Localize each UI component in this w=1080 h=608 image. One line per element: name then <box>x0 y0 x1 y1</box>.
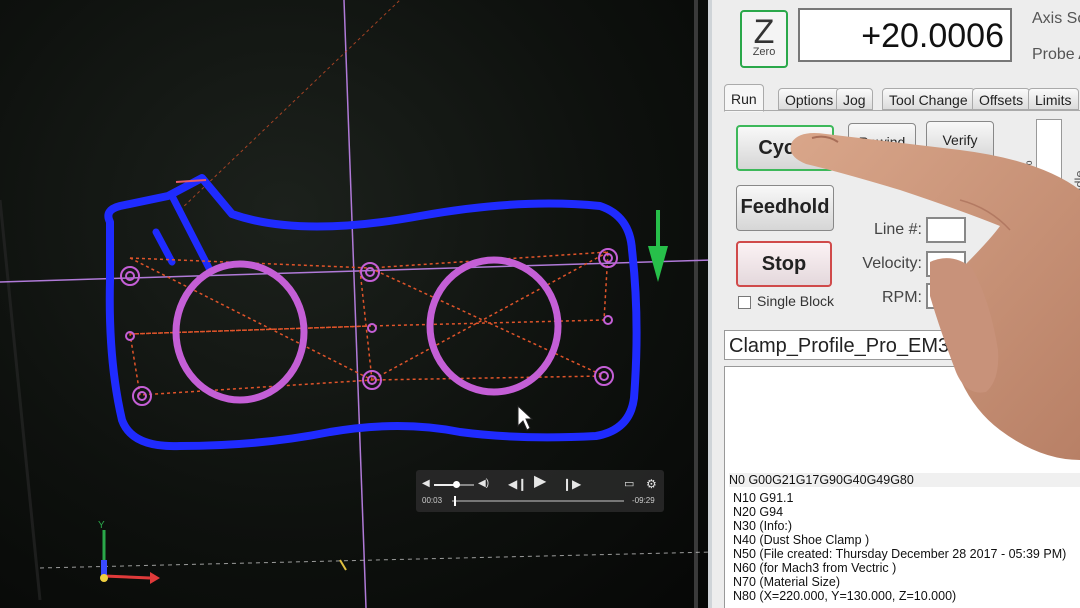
gcode-line: N40 (Dust Shoe Clamp ) <box>733 533 870 547</box>
volume-high-icon[interactable]: ◀) <box>478 477 489 491</box>
volume-low-icon[interactable]: ◀ <box>422 477 430 491</box>
axis-scale-label: Axis Sc <box>1032 10 1080 27</box>
verify-button[interactable]: Verify <box>926 121 994 161</box>
rpm-label: RPM: <box>882 289 922 306</box>
tab-options[interactable]: Options <box>778 88 841 110</box>
single-block-label: Single Block <box>757 293 835 309</box>
play-icon[interactable]: ▶ <box>534 474 546 490</box>
gcode-line: N30 (Info:) <box>733 519 793 533</box>
tab-bar: Run Options Jog Tool Change Offsets Limi… <box>724 84 1080 112</box>
remaining-time: -09:29 <box>632 496 655 505</box>
stop-button[interactable]: Stop <box>736 241 832 287</box>
z-axis-dro[interactable]: +20.0006 <box>798 8 1012 62</box>
axis-triad-icon: Y <box>98 520 160 584</box>
elapsed-time: 00:03 <box>422 496 443 505</box>
gcode-line: N80 (X=220.000, Y=130.000, Z=10.000) <box>733 589 957 603</box>
svg-text:Y: Y <box>98 520 105 531</box>
gcode-line: N60 (for Mach3 from Vectric ) <box>733 561 897 575</box>
gear-icon[interactable]: ⚙ <box>646 477 657 491</box>
velocity-field <box>926 251 966 277</box>
tab-run[interactable]: Run <box>724 84 764 112</box>
feed-override-slider[interactable] <box>1036 119 1062 229</box>
spindle-label: ndle <box>1072 170 1080 195</box>
zero-label: Zero <box>752 46 776 58</box>
mouse-cursor-icon <box>517 404 534 431</box>
volume-slider[interactable] <box>434 481 474 488</box>
tab-jog[interactable]: Jog <box>836 88 873 110</box>
tab-tool-change[interactable]: Tool Change <box>882 88 975 110</box>
gcode-line: N0 G00G21G17G90G40G49G80 <box>729 473 1080 487</box>
video-player-controls[interactable]: ◀ ◀) ◀❙ ▶ ❙▶ ▭ ⚙ 00:03 -09:29 <box>416 470 664 512</box>
video-scrubber[interactable] <box>452 496 624 506</box>
airplay-icon[interactable]: ▭ <box>624 477 634 491</box>
tool-position-arrow-icon <box>648 210 668 282</box>
tab-offsets[interactable]: Offsets <box>972 88 1031 110</box>
single-block-checkbox[interactable] <box>738 296 751 309</box>
loaded-file-name: Clamp_Profile_Pro_EM3m <box>724 330 1080 360</box>
rewind-button[interactable]: Rewind <box>848 123 916 163</box>
skip-back-icon[interactable]: ◀❙ <box>508 477 527 491</box>
screen: Y ◀ ◀) ◀❙ ▶ ❙▶ ▭ ⚙ 00:03 -09:29 Z Zero +… <box>0 0 1080 608</box>
feed-rate-label: ate <box>1006 172 1021 191</box>
gcode-line: N50 (File created: Thursday December 28 … <box>733 547 1067 561</box>
line-number-label: Line #: <box>873 221 922 238</box>
cycle-start-button[interactable]: Cycle <box>736 125 834 171</box>
feedhold-button[interactable]: Feedhold <box>736 185 834 231</box>
tab-limits[interactable]: Limits <box>1028 88 1079 110</box>
z-letter: Z <box>753 13 775 51</box>
toolpath-display[interactable]: Y ◀ ◀) ◀❙ ▶ ❙▶ ▭ ⚙ 00:03 -09:29 <box>0 0 712 608</box>
control-panel: Z Zero +20.0006 Axis Sc Probe A Run Opti… <box>708 0 1080 608</box>
probe-label: Probe A <box>1032 46 1080 63</box>
line-number-field[interactable] <box>926 217 966 243</box>
gcode-listing[interactable]: N0 G00G21G17G90G40G49G80 N10 G91.1 N20 G… <box>724 366 1080 608</box>
pocket-right <box>426 256 562 396</box>
override-label: ide % <box>1020 160 1035 193</box>
skip-forward-icon[interactable]: ❙▶ <box>562 477 581 491</box>
rpm-field <box>926 283 966 309</box>
zero-z-button[interactable]: Z Zero <box>740 10 788 68</box>
velocity-label: Velocity: <box>862 255 922 272</box>
gcode-line: N20 G94 <box>733 505 784 519</box>
gcode-line: N10 G91.1 <box>733 491 794 505</box>
toolpath-canvas: Y <box>0 0 712 608</box>
crosshair-vertical <box>343 0 367 608</box>
gcode-line: N70 (Material Size) <box>733 575 840 589</box>
